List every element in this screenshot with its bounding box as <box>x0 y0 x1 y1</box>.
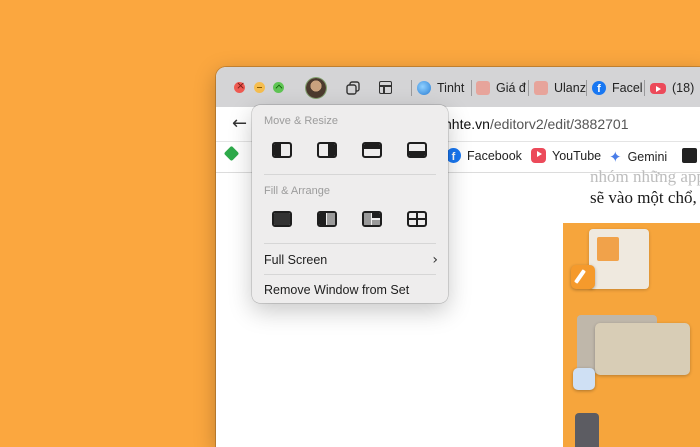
tab-label: (18) <box>672 81 695 95</box>
bookmark-youtube[interactable]: YouTube <box>531 148 601 163</box>
fill-screen-icon[interactable] <box>272 211 292 227</box>
app-icon <box>682 148 697 163</box>
bookmark-label: Gemini <box>627 150 668 164</box>
article-image <box>563 223 700 447</box>
url-field[interactable]: nhte.vn/editorv2/edit/3882701 <box>444 116 629 132</box>
pages-app-icon <box>571 265 595 289</box>
tab-label: Tinht <box>437 81 465 95</box>
globe-icon <box>417 81 431 95</box>
arrange-left-quarters-icon[interactable] <box>362 211 382 227</box>
tile-left-half-icon[interactable] <box>272 142 292 158</box>
tab-3[interactable]: Ulanz <box>534 75 588 101</box>
tab-4[interactable]: f Facel <box>592 75 646 101</box>
bookmark-label: YouTube <box>552 148 602 163</box>
tab-separator <box>586 80 587 96</box>
article-text-faded: nhóm những app c <box>590 167 700 186</box>
tile-top-half-icon[interactable] <box>362 142 382 158</box>
url-path: /editorv2/edit/3882701 <box>489 116 629 132</box>
shopping-bag-icon <box>534 81 548 95</box>
bookmark-extra[interactable] <box>682 148 697 163</box>
tab-separator <box>471 80 472 96</box>
sidebar-icon[interactable] <box>379 81 392 94</box>
close-window-button[interactable] <box>234 79 245 93</box>
bookmark-facebook[interactable]: f Facebook <box>446 148 522 163</box>
feedly-icon <box>223 145 240 162</box>
tab-overview-icon[interactable] <box>346 81 360 95</box>
menu-separator <box>264 243 436 244</box>
gemini-icon: ✦ <box>609 148 622 166</box>
tab-label: Facel <box>612 81 643 95</box>
shopping-bag-icon <box>476 81 490 95</box>
preview-app-icon <box>573 368 595 390</box>
remove-window-label: Remove Window from Set <box>264 283 410 297</box>
tab-separator <box>528 80 529 96</box>
full-screen-label: Full Screen <box>264 253 328 267</box>
tab-5[interactable]: (18) <box>650 75 700 101</box>
tab-label: Giá đ <box>496 81 526 95</box>
menu-separator <box>264 274 436 275</box>
bookmark-gemini[interactable]: ✦ Gemini <box>609 148 667 166</box>
tab-separator <box>644 80 645 96</box>
fill-arrange-header: Fill & Arrange <box>264 185 331 197</box>
tile-right-half-icon[interactable] <box>317 142 337 158</box>
minimize-window-button[interactable] <box>254 82 265 93</box>
iphone-mirroring-icon <box>575 413 599 447</box>
tab-label: Ulanz <box>554 81 586 95</box>
arrange-quarters-icon[interactable] <box>407 211 427 227</box>
chevron-right-icon: › <box>432 252 438 268</box>
move-resize-header: Move & Resize <box>264 115 338 127</box>
bookmark-green[interactable] <box>223 145 240 162</box>
facebook-icon: f <box>446 148 461 163</box>
full-screen-menu-item[interactable]: Full Screen › <box>264 252 438 268</box>
facebook-icon: f <box>592 81 606 95</box>
window-thumbnail <box>589 229 649 289</box>
tab-separator <box>411 80 412 96</box>
profile-avatar[interactable] <box>306 78 326 98</box>
zoom-window-button[interactable] <box>273 82 284 93</box>
back-arrow-icon[interactable]: ← <box>232 113 247 134</box>
remove-window-menu-item[interactable]: Remove Window from Set <box>264 283 438 297</box>
arrange-left-right-icon[interactable] <box>317 211 337 227</box>
url-host: nhte.vn <box>444 116 490 132</box>
tab-1[interactable]: Tinht <box>417 75 469 101</box>
menu-separator <box>264 174 436 175</box>
tile-bottom-half-icon[interactable] <box>407 142 427 158</box>
youtube-icon <box>650 82 666 94</box>
tab-2[interactable]: Giá đ <box>476 75 528 101</box>
window-thumbnail <box>595 323 690 375</box>
article-text: sẽ vào một chổ, ch <box>590 188 700 207</box>
tab-bar: Tinht Giá đ Ulanz f Facel (18) <box>216 67 700 107</box>
bookmark-label: Facebook <box>467 148 522 163</box>
youtube-icon <box>531 148 546 163</box>
window-tiling-menu: Move & Resize Fill & Arrange Full Screen… <box>252 105 448 303</box>
